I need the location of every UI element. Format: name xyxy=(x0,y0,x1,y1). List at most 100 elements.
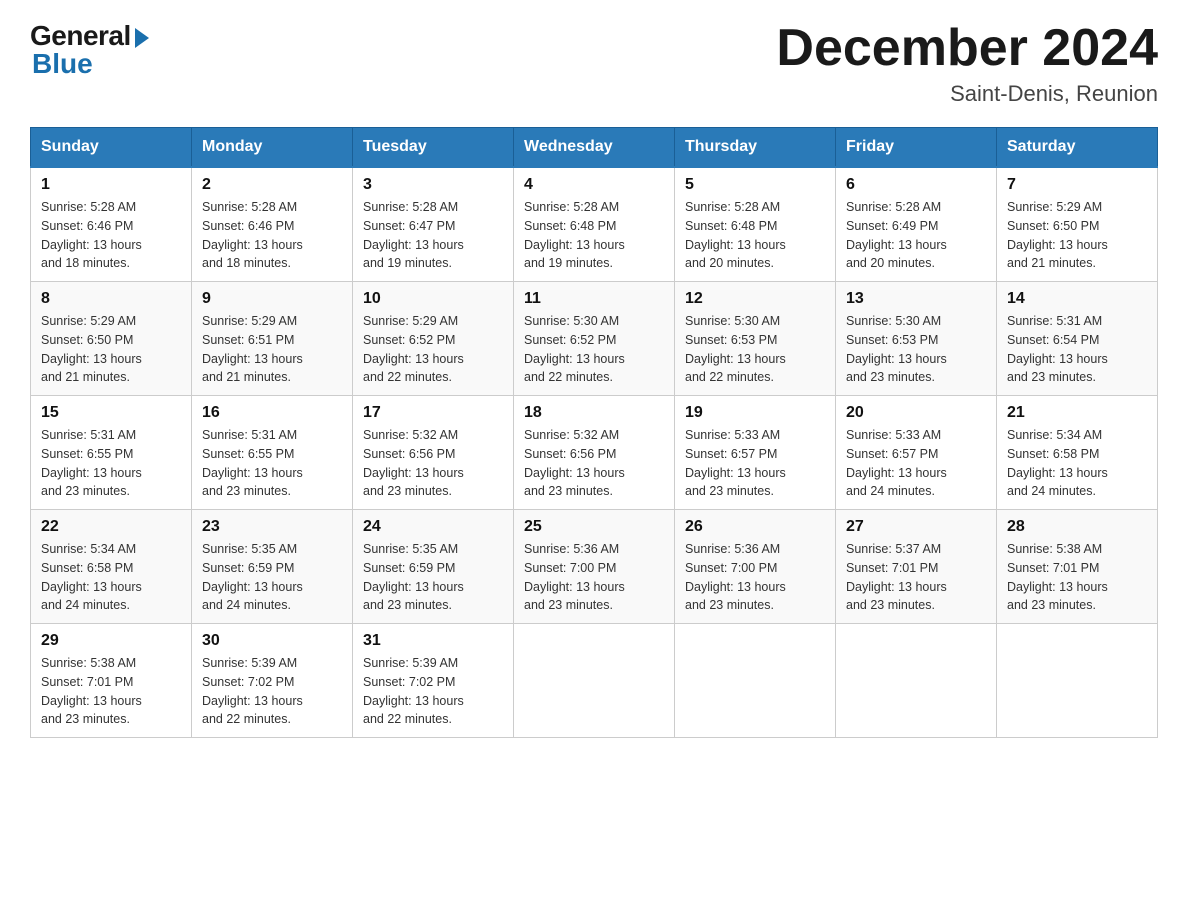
day-info: Sunrise: 5:36 AMSunset: 7:00 PMDaylight:… xyxy=(685,540,825,615)
calendar-cell: 31 Sunrise: 5:39 AMSunset: 7:02 PMDayligh… xyxy=(353,624,514,738)
day-number: 2 xyxy=(202,176,342,194)
day-number: 15 xyxy=(41,404,181,422)
day-info: Sunrise: 5:32 AMSunset: 6:56 PMDaylight:… xyxy=(363,426,503,501)
day-info: Sunrise: 5:29 AMSunset: 6:50 PMDaylight:… xyxy=(1007,198,1147,273)
calendar-cell: 8 Sunrise: 5:29 AMSunset: 6:50 PMDaylight… xyxy=(31,282,192,396)
day-number: 23 xyxy=(202,518,342,536)
day-info: Sunrise: 5:39 AMSunset: 7:02 PMDaylight:… xyxy=(202,654,342,729)
day-info: Sunrise: 5:30 AMSunset: 6:53 PMDaylight:… xyxy=(846,312,986,387)
day-number: 18 xyxy=(524,404,664,422)
day-info: Sunrise: 5:34 AMSunset: 6:58 PMDaylight:… xyxy=(1007,426,1147,501)
page-header: General Blue December 2024 Saint-Denis, … xyxy=(30,20,1158,107)
day-number: 22 xyxy=(41,518,181,536)
calendar-week-row: 29 Sunrise: 5:38 AMSunset: 7:01 PMDayligh… xyxy=(31,624,1158,738)
day-info: Sunrise: 5:28 AMSunset: 6:49 PMDaylight:… xyxy=(846,198,986,273)
page-title: December 2024 xyxy=(776,20,1158,77)
page-subtitle: Saint-Denis, Reunion xyxy=(776,81,1158,107)
day-info: Sunrise: 5:28 AMSunset: 6:48 PMDaylight:… xyxy=(524,198,664,273)
day-info: Sunrise: 5:30 AMSunset: 6:52 PMDaylight:… xyxy=(524,312,664,387)
day-info: Sunrise: 5:29 AMSunset: 6:51 PMDaylight:… xyxy=(202,312,342,387)
day-number: 28 xyxy=(1007,518,1147,536)
calendar-cell xyxy=(836,624,997,738)
header-thursday: Thursday xyxy=(675,128,836,168)
header-monday: Monday xyxy=(192,128,353,168)
calendar-cell: 19 Sunrise: 5:33 AMSunset: 6:57 PMDayligh… xyxy=(675,396,836,510)
day-number: 29 xyxy=(41,632,181,650)
calendar-cell: 27 Sunrise: 5:37 AMSunset: 7:01 PMDayligh… xyxy=(836,510,997,624)
calendar-cell: 13 Sunrise: 5:30 AMSunset: 6:53 PMDayligh… xyxy=(836,282,997,396)
day-number: 26 xyxy=(685,518,825,536)
day-info: Sunrise: 5:28 AMSunset: 6:46 PMDaylight:… xyxy=(202,198,342,273)
day-info: Sunrise: 5:38 AMSunset: 7:01 PMDaylight:… xyxy=(1007,540,1147,615)
day-info: Sunrise: 5:31 AMSunset: 6:54 PMDaylight:… xyxy=(1007,312,1147,387)
header-sunday: Sunday xyxy=(31,128,192,168)
header-saturday: Saturday xyxy=(997,128,1158,168)
logo: General Blue xyxy=(30,20,149,80)
day-number: 11 xyxy=(524,290,664,308)
day-info: Sunrise: 5:31 AMSunset: 6:55 PMDaylight:… xyxy=(41,426,181,501)
calendar-cell: 21 Sunrise: 5:34 AMSunset: 6:58 PMDayligh… xyxy=(997,396,1158,510)
day-number: 10 xyxy=(363,290,503,308)
calendar-cell xyxy=(675,624,836,738)
calendar-cell: 3Sunrise: 5:28 AMSunset: 6:47 PMDaylight… xyxy=(353,167,514,282)
day-number: 5 xyxy=(685,176,825,194)
day-info: Sunrise: 5:28 AMSunset: 6:48 PMDaylight:… xyxy=(685,198,825,273)
calendar-cell: 7Sunrise: 5:29 AMSunset: 6:50 PMDaylight… xyxy=(997,167,1158,282)
day-info: Sunrise: 5:29 AMSunset: 6:50 PMDaylight:… xyxy=(41,312,181,387)
calendar-cell: 12Sunrise: 5:30 AMSunset: 6:53 PMDayligh… xyxy=(675,282,836,396)
day-info: Sunrise: 5:28 AMSunset: 6:47 PMDaylight:… xyxy=(363,198,503,273)
day-number: 19 xyxy=(685,404,825,422)
day-number: 12 xyxy=(685,290,825,308)
calendar-cell: 11 Sunrise: 5:30 AMSunset: 6:52 PMDayligh… xyxy=(514,282,675,396)
calendar-cell: 14 Sunrise: 5:31 AMSunset: 6:54 PMDayligh… xyxy=(997,282,1158,396)
calendar-week-row: 15 Sunrise: 5:31 AMSunset: 6:55 PMDayligh… xyxy=(31,396,1158,510)
calendar-cell: 2 Sunrise: 5:28 AMSunset: 6:46 PMDaylight… xyxy=(192,167,353,282)
day-number: 4 xyxy=(524,176,664,194)
day-info: Sunrise: 5:33 AMSunset: 6:57 PMDaylight:… xyxy=(685,426,825,501)
calendar-cell: 29 Sunrise: 5:38 AMSunset: 7:01 PMDayligh… xyxy=(31,624,192,738)
day-number: 8 xyxy=(41,290,181,308)
day-number: 1 xyxy=(41,176,181,194)
day-info: Sunrise: 5:34 AMSunset: 6:58 PMDaylight:… xyxy=(41,540,181,615)
day-number: 9 xyxy=(202,290,342,308)
logo-blue: Blue xyxy=(32,48,93,80)
calendar-cell: 5 Sunrise: 5:28 AMSunset: 6:48 PMDaylight… xyxy=(675,167,836,282)
calendar-week-row: 8 Sunrise: 5:29 AMSunset: 6:50 PMDaylight… xyxy=(31,282,1158,396)
day-number: 30 xyxy=(202,632,342,650)
calendar-cell: 17Sunrise: 5:32 AMSunset: 6:56 PMDayligh… xyxy=(353,396,514,510)
calendar-cell xyxy=(514,624,675,738)
calendar-cell: 4 Sunrise: 5:28 AMSunset: 6:48 PMDaylight… xyxy=(514,167,675,282)
header-tuesday: Tuesday xyxy=(353,128,514,168)
day-info: Sunrise: 5:28 AMSunset: 6:46 PMDaylight:… xyxy=(41,198,181,273)
day-number: 27 xyxy=(846,518,986,536)
calendar-week-row: 1 Sunrise: 5:28 AMSunset: 6:46 PMDaylight… xyxy=(31,167,1158,282)
calendar-cell: 22 Sunrise: 5:34 AMSunset: 6:58 PMDayligh… xyxy=(31,510,192,624)
calendar-cell: 24Sunrise: 5:35 AMSunset: 6:59 PMDayligh… xyxy=(353,510,514,624)
logo-triangle-icon xyxy=(135,28,149,48)
calendar-week-row: 22 Sunrise: 5:34 AMSunset: 6:58 PMDayligh… xyxy=(31,510,1158,624)
day-number: 13 xyxy=(846,290,986,308)
day-info: Sunrise: 5:39 AMSunset: 7:02 PMDaylight:… xyxy=(363,654,503,729)
day-number: 24 xyxy=(363,518,503,536)
day-info: Sunrise: 5:37 AMSunset: 7:01 PMDaylight:… xyxy=(846,540,986,615)
calendar-cell: 25 Sunrise: 5:36 AMSunset: 7:00 PMDayligh… xyxy=(514,510,675,624)
title-block: December 2024 Saint-Denis, Reunion xyxy=(776,20,1158,107)
day-info: Sunrise: 5:29 AMSunset: 6:52 PMDaylight:… xyxy=(363,312,503,387)
calendar-cell: 6Sunrise: 5:28 AMSunset: 6:49 PMDaylight… xyxy=(836,167,997,282)
calendar-cell: 23 Sunrise: 5:35 AMSunset: 6:59 PMDayligh… xyxy=(192,510,353,624)
day-number: 20 xyxy=(846,404,986,422)
day-info: Sunrise: 5:38 AMSunset: 7:01 PMDaylight:… xyxy=(41,654,181,729)
calendar-cell: 18 Sunrise: 5:32 AMSunset: 6:56 PMDayligh… xyxy=(514,396,675,510)
calendar-table: SundayMondayTuesdayWednesdayThursdayFrid… xyxy=(30,127,1158,738)
day-number: 16 xyxy=(202,404,342,422)
day-number: 14 xyxy=(1007,290,1147,308)
day-number: 31 xyxy=(363,632,503,650)
day-info: Sunrise: 5:32 AMSunset: 6:56 PMDaylight:… xyxy=(524,426,664,501)
day-number: 21 xyxy=(1007,404,1147,422)
calendar-cell: 1 Sunrise: 5:28 AMSunset: 6:46 PMDaylight… xyxy=(31,167,192,282)
calendar-cell: 16Sunrise: 5:31 AMSunset: 6:55 PMDayligh… xyxy=(192,396,353,510)
header-friday: Friday xyxy=(836,128,997,168)
day-number: 25 xyxy=(524,518,664,536)
day-info: Sunrise: 5:35 AMSunset: 6:59 PMDaylight:… xyxy=(202,540,342,615)
day-info: Sunrise: 5:36 AMSunset: 7:00 PMDaylight:… xyxy=(524,540,664,615)
